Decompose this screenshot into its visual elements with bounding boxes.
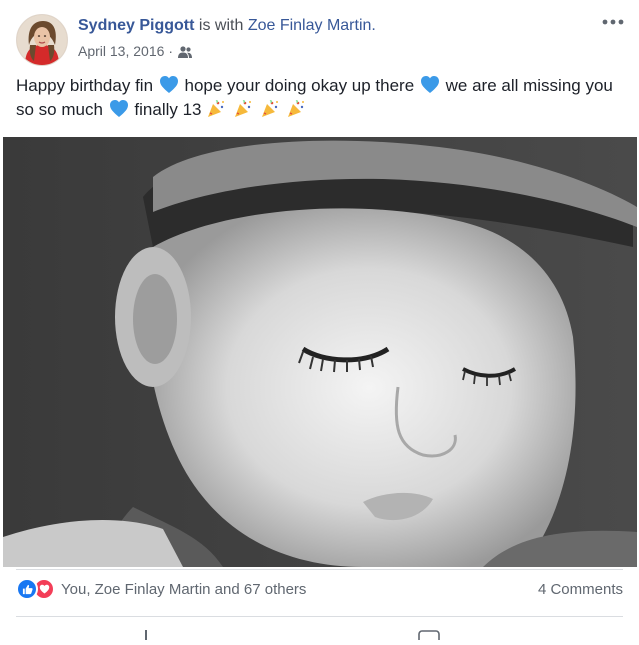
blue-heart-icon bbox=[109, 99, 129, 118]
post-text: Happy birthday fin hope your doing okay … bbox=[16, 74, 626, 122]
party-popper-icon bbox=[260, 99, 280, 119]
blue-heart-icon bbox=[420, 75, 440, 94]
divider bbox=[16, 569, 623, 570]
party-popper-icon bbox=[286, 99, 306, 119]
child-portrait-image bbox=[3, 137, 637, 567]
party-popper-icon bbox=[206, 99, 226, 119]
divider bbox=[16, 616, 623, 617]
post-photo[interactable] bbox=[3, 137, 637, 567]
post-text-segment: finally 13 bbox=[134, 100, 202, 119]
more-horizontal-icon bbox=[602, 19, 624, 25]
friends-icon[interactable] bbox=[177, 45, 193, 58]
tagged-person-link[interactable]: Zoe Finlay Martin. bbox=[248, 17, 376, 34]
post-date-link[interactable]: April 13, 2016 bbox=[78, 43, 164, 59]
reactions-summary[interactable]: You, Zoe Finlay Martin and 67 others bbox=[16, 578, 306, 600]
more-options-button[interactable] bbox=[601, 12, 625, 32]
party-popper-icon bbox=[233, 99, 253, 119]
post-text-segment: hope your doing okay up there bbox=[184, 76, 415, 95]
post-text-segment: Happy birthday fin bbox=[16, 76, 154, 95]
comments-count-link[interactable]: 4 Comments bbox=[538, 581, 623, 598]
with-text: is with bbox=[198, 17, 244, 34]
author-line: Sydney Piggott is with Zoe Finlay Martin… bbox=[78, 17, 376, 35]
avatar-photo bbox=[17, 15, 67, 65]
avatar[interactable] bbox=[16, 14, 68, 66]
author-name-link[interactable]: Sydney Piggott bbox=[78, 17, 194, 34]
post-meta: April 13, 2016 · bbox=[78, 43, 193, 59]
like-icon bbox=[16, 578, 38, 600]
meta-separator: · bbox=[168, 43, 174, 59]
blue-heart-icon bbox=[159, 75, 179, 94]
action-bar bbox=[0, 621, 639, 644]
post-card: Sydney Piggott is with Zoe Finlay Martin… bbox=[0, 0, 639, 644]
reactors-text[interactable]: You, Zoe Finlay Martin and 67 others bbox=[61, 581, 306, 598]
